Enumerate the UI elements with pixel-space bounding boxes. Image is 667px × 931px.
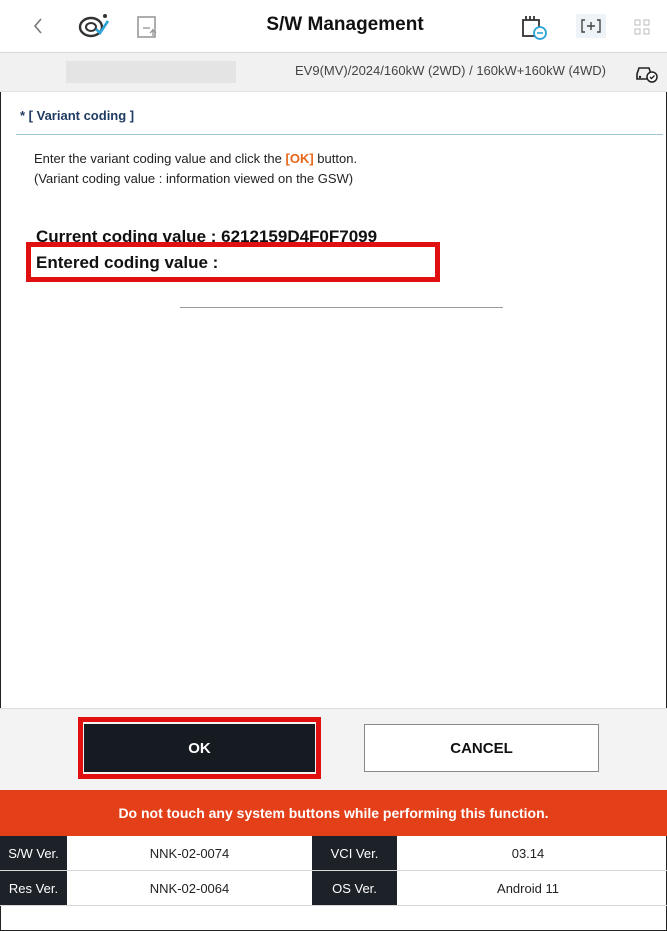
instruction-ok-tag: [OK]: [285, 151, 314, 166]
section-title: * [ Variant coding ]: [20, 108, 135, 123]
vehicle-check-icon[interactable]: [632, 59, 660, 85]
document-upload-icon[interactable]: [133, 12, 163, 42]
top-bar: S/W Management: [0, 0, 667, 53]
highlight-entered-coding: [26, 242, 440, 282]
highlight-ok-button: [78, 717, 321, 779]
vehicle-info-bar: EV9(MV)/2024/160kW (2WD) / 160kW+160kW (…: [0, 53, 667, 92]
sw-version-value: NNK-02-0074: [149, 845, 230, 861]
instruction-line-1: Enter the variant coding value and click…: [34, 149, 357, 169]
instruction-line-1-start: Enter the variant coding value and click…: [34, 151, 282, 166]
page-title: S/W Management: [266, 14, 424, 35]
os-version-label: OS Ver.: [312, 871, 397, 905]
sw-version-label: S/W Ver.: [0, 836, 67, 870]
chevron-left-icon[interactable]: [26, 14, 50, 38]
coding-input-line[interactable]: [180, 307, 503, 308]
vci-connection-icon[interactable]: [518, 12, 552, 42]
grid-menu-icon[interactable]: [630, 16, 654, 38]
cancel-button[interactable]: CANCEL: [364, 724, 599, 772]
instruction-line-1-end: button.: [317, 151, 358, 166]
vehicle-info-text: EV9(MV)/2024/160kW (2WD) / 160kW+160kW (…: [295, 63, 606, 78]
instruction-text: Enter the variant coding value and click…: [34, 149, 357, 189]
res-version-label: Res Ver.: [0, 871, 67, 905]
expand-icon[interactable]: [576, 14, 606, 38]
warning-banner: Do not touch any system buttons while pe…: [0, 790, 667, 836]
section-divider: [16, 134, 663, 135]
vci-version-label: VCI Ver.: [312, 836, 397, 870]
version-row: S/W Ver. NNK-02-0074 VCI Ver. 03.14: [0, 836, 667, 871]
res-version-value: NNK-02-0064: [149, 880, 230, 896]
version-row: Res Ver. NNK-02-0064 OS Ver. Android 11: [0, 871, 667, 906]
version-table: S/W Ver. NNK-02-0074 VCI Ver. 03.14 Res …: [0, 836, 667, 906]
diagnosis-car-icon[interactable]: [74, 10, 114, 42]
instruction-line-2: (Variant coding value : information view…: [34, 171, 354, 186]
vci-version-value: 03.14: [511, 845, 545, 861]
os-version-value: Android 11: [497, 880, 559, 896]
vehicle-name-placeholder: [66, 61, 236, 83]
